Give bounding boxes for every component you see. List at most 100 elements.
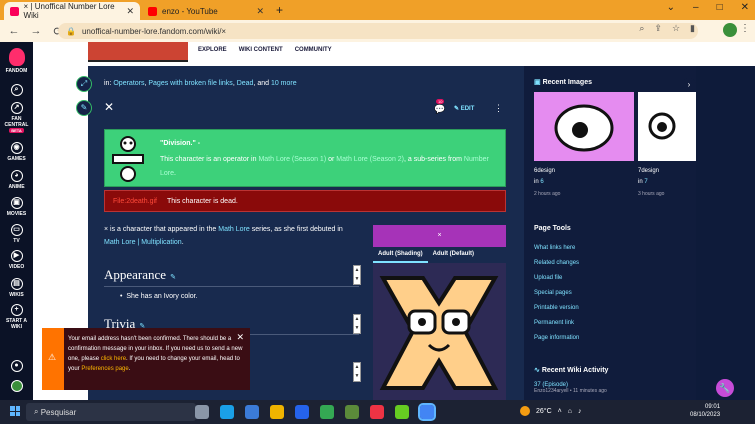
recent-images-heading: ▣ Recent Images	[534, 78, 592, 86]
fandom-logo-icon	[8, 48, 25, 66]
nav-community[interactable]: COMMUNITY	[295, 47, 332, 53]
search-icon: ⌕	[34, 407, 41, 416]
image-page-link[interactable]: 7	[644, 179, 647, 185]
close-window-button[interactable]: ✕	[741, 2, 749, 13]
weather-icon[interactable]	[520, 406, 530, 416]
app-icon[interactable]	[395, 405, 409, 419]
image-name[interactable]: 6design	[534, 168, 555, 174]
tab-wiki[interactable]: × | Unoffical Number Lore Wiki ✕	[4, 2, 140, 20]
store-icon[interactable]	[295, 405, 309, 419]
chevron-right-icon[interactable]: ›	[682, 78, 696, 92]
bookmark-star-icon[interactable]: ☆	[672, 23, 680, 34]
page-information-link[interactable]: Page information	[534, 331, 579, 346]
edit-pencil-icon[interactable]: ✎	[76, 100, 92, 116]
math-lore-s1-link[interactable]: Math Lore (Season 1)	[258, 156, 326, 163]
fandom-brand-label: FANDOM	[5, 68, 28, 74]
printable-version-link[interactable]: Printable version	[534, 301, 579, 316]
share-icon[interactable]: ⇪	[654, 23, 662, 34]
wiki-logo[interactable]	[88, 42, 188, 62]
notifications-bell[interactable]: ●	[0, 360, 33, 374]
special-pages-link[interactable]: Special pages	[534, 286, 579, 301]
mail-icon[interactable]	[245, 405, 259, 419]
url-bar[interactable]: 🔒 unoffical-number-lore.fandom.com/wiki/…	[58, 23, 698, 39]
tab-youtube[interactable]: enzo - YouTube ✕	[142, 2, 270, 20]
clock[interactable]: 09:01 08/10/2023	[690, 403, 720, 419]
fandom-home[interactable]: FANDOM	[0, 48, 33, 74]
browser-menu-icon[interactable]: ⋮	[740, 23, 750, 34]
chrome-icon[interactable]	[320, 405, 334, 419]
close-tab-icon[interactable]: ✕	[256, 6, 264, 17]
minimize-button[interactable]: –	[693, 2, 699, 13]
google-lens-icon[interactable]: ⌕	[639, 23, 644, 34]
math-lore-s2-link[interactable]: Math Lore (Season 2)	[336, 156, 404, 163]
edit-section-icon[interactable]: ✎	[170, 273, 176, 281]
infobox-tabs: Adult (Shading) Adult (Default)	[373, 247, 506, 263]
section-toggle[interactable]: ▲ ▼	[353, 265, 361, 285]
task-view-icon[interactable]	[195, 405, 209, 419]
related-changes-link[interactable]: Related changes	[534, 256, 579, 271]
profile-avatar[interactable]	[723, 23, 737, 37]
minecraft-icon[interactable]	[345, 405, 359, 419]
sidepanel-icon[interactable]: ▮	[690, 23, 695, 34]
upload-file-link[interactable]: Upload file	[534, 271, 579, 286]
tab-adult-shading[interactable]: Adult (Shading)	[373, 247, 428, 263]
sidebar-item-wikis[interactable]: ▤ WIKIS	[0, 278, 33, 298]
sidebar-item-movies[interactable]: ▣ MOVIES	[0, 197, 33, 217]
close-tab-icon[interactable]: ✕	[126, 6, 134, 17]
section-toggle[interactable]: ▲ ▼	[353, 362, 361, 382]
close-toast-icon[interactable]: ✕	[236, 332, 244, 343]
text: .	[174, 170, 176, 177]
edge-icon[interactable]	[220, 405, 234, 419]
sidebar-item-anime[interactable]: ◕ ANIME	[0, 170, 33, 190]
click-here-link[interactable]: click here	[101, 356, 126, 362]
expand-icon[interactable]: ⤢	[76, 76, 92, 92]
sidebar-item-fan-central[interactable]: ↗ FAN CENTRAL BETA	[0, 102, 33, 134]
close-icon[interactable]: ✕	[104, 100, 114, 114]
tab-adult-default[interactable]: Adult (Default)	[428, 247, 479, 263]
tab-search-icon[interactable]: ⌄	[667, 2, 675, 13]
7design-thumbnail[interactable]	[638, 92, 696, 161]
forward-icon[interactable]: →	[28, 25, 44, 37]
broken-file-link[interactable]: File:2death.gif	[113, 198, 157, 205]
new-tab-button[interactable]: +	[276, 3, 283, 17]
math-lore-link[interactable]: Math Lore	[218, 226, 250, 233]
chrome-active-icon[interactable]	[418, 403, 436, 421]
category-link[interactable]: Operators	[113, 80, 144, 87]
activity-icon: ∿	[534, 367, 540, 374]
what-links-here-link[interactable]: What links here	[534, 241, 579, 256]
section-toggle[interactable]: ▲ ▼	[353, 314, 361, 334]
more-options-icon[interactable]: ⋮	[494, 103, 503, 114]
windows-start-icon[interactable]	[10, 406, 20, 416]
category-link[interactable]: Pages with broken file links	[148, 80, 232, 87]
sidebar-item-start-wiki[interactable]: + START A WIKI	[0, 304, 33, 330]
maximize-button[interactable]: □	[717, 2, 723, 13]
category-link[interactable]: Dead	[237, 80, 254, 87]
lock-icon[interactable]: 🔒	[66, 27, 76, 36]
6design-thumbnail[interactable]	[534, 92, 634, 161]
global-search[interactable]: ⌕	[0, 84, 33, 98]
image-time: 3 hours ago	[638, 191, 665, 197]
file-explorer-icon[interactable]	[270, 405, 284, 419]
back-icon[interactable]: ←	[6, 25, 22, 37]
weather-temp[interactable]: 26°C	[536, 408, 552, 415]
permanent-link[interactable]: Permanent link	[534, 316, 579, 331]
chevron-up-icon[interactable]: ˄	[558, 408, 562, 415]
image-page-link[interactable]: 6	[540, 179, 543, 185]
image-name[interactable]: 7design	[638, 168, 659, 174]
taskbar-search[interactable]: ⌕ Pesquisar	[26, 403, 196, 421]
multiplication-link[interactable]: Math Lore | Multiplication	[104, 239, 182, 246]
app-icon[interactable]	[370, 405, 384, 419]
sidebar-item-video[interactable]: ▶ VIDEO	[0, 250, 33, 270]
nav-explore[interactable]: EXPLORE	[198, 47, 227, 53]
more-categories-link[interactable]: 10 more	[271, 80, 297, 87]
user-avatar[interactable]	[0, 380, 33, 394]
wrench-icon[interactable]: 🔧	[716, 379, 734, 397]
preferences-link[interactable]: Preferences page	[81, 366, 128, 372]
nav-wiki-content[interactable]: WIKI CONTENT	[239, 47, 283, 53]
network-icon[interactable]: ⌂	[568, 408, 572, 415]
volume-icon[interactable]: ♪	[578, 408, 582, 415]
edit-button[interactable]: ✎ EDIT	[454, 105, 474, 112]
sidebar-item-tv[interactable]: ▭ TV	[0, 224, 33, 244]
sidebar-item-games[interactable]: ◉ GAMES	[0, 142, 33, 162]
talk-notifications[interactable]: 💬 10	[434, 99, 445, 115]
